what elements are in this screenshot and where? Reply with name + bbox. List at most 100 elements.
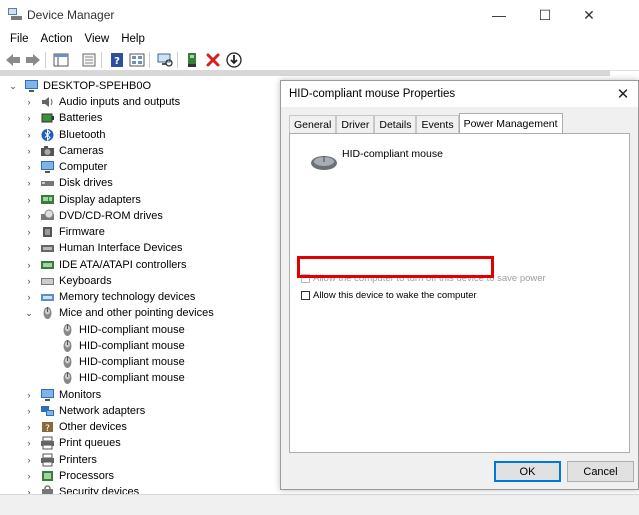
chevron-right-icon[interactable]: › — [24, 195, 34, 205]
menu-view[interactable]: View — [79, 33, 116, 45]
chevron-right-icon[interactable]: › — [24, 130, 34, 140]
tree-category-item[interactable]: › Bluetooth — [24, 127, 105, 143]
allow-wake-option[interactable]: Allow this device to wake the computer — [301, 290, 477, 301]
dialog-title-bar: HID-compliant mouse Properties ✕ — [281, 81, 638, 107]
cancel-button[interactable]: Cancel — [567, 461, 634, 482]
tree-category-item[interactable]: ⌄ Mice and other pointing devices — [24, 305, 214, 321]
back-arrow-icon — [6, 54, 20, 66]
tree-category-item[interactable]: › Batteries — [24, 110, 103, 126]
device-name: HID-compliant mouse — [342, 148, 443, 160]
toolbar-separator — [101, 52, 102, 68]
ok-button[interactable]: OK — [494, 461, 561, 482]
tree-category-item[interactable]: › Network adapters — [24, 403, 146, 419]
tree-category-item[interactable]: › Firmware — [24, 224, 105, 240]
chevron-right-icon[interactable]: › — [24, 471, 34, 481]
tree-item-label: Firmware — [59, 226, 105, 238]
processor-icon — [42, 470, 53, 481]
forward-arrow-icon — [26, 54, 40, 66]
device-tree[interactable]: ⌄ DESKTOP-SPEHB0O › Audio inputs and outp… — [0, 76, 278, 494]
chevron-right-icon[interactable]: › — [24, 276, 34, 286]
chevron-right-icon[interactable]: › — [24, 438, 34, 448]
tree-item-label: Processors — [59, 469, 115, 482]
forward-button[interactable] — [24, 51, 42, 69]
download-icon — [226, 52, 242, 68]
tree-child-item[interactable]: HID-compliant mouse — [44, 354, 185, 370]
monitor-icon — [41, 161, 54, 173]
svg-text:?: ? — [114, 56, 120, 67]
tree-category-item[interactable]: › Computer — [24, 159, 107, 175]
chevron-right-icon[interactable]: › — [24, 292, 34, 302]
menu-help[interactable]: Help — [115, 33, 151, 45]
close-button[interactable]: ✕ — [566, 2, 612, 28]
tree-item-label: Disk drives — [59, 177, 113, 190]
chevron-right-icon[interactable]: › — [24, 211, 34, 221]
tab-driver[interactable]: Driver — [336, 115, 375, 134]
tree-category-item[interactable]: ›? Other devices — [24, 419, 127, 435]
show-hide-tree-button[interactable] — [52, 51, 70, 69]
tab-details[interactable]: Details — [374, 115, 417, 134]
back-button[interactable] — [4, 51, 22, 69]
maximize-button[interactable]: ☐ — [522, 2, 568, 28]
tree-category-item[interactable]: › Processors — [24, 468, 115, 484]
tree-category-item[interactable]: › Keyboards — [24, 273, 112, 289]
chevron-right-icon[interactable]: › — [24, 260, 34, 270]
toolbar-separator — [177, 52, 178, 68]
tree-category-item[interactable]: › Cameras — [24, 143, 104, 159]
tree-category-item[interactable]: › Display adapters — [24, 192, 141, 208]
tree-root[interactable]: ⌄ DESKTOP-SPEHB0O — [8, 78, 151, 94]
tab-events[interactable]: Events — [416, 115, 459, 134]
tree-category-item[interactable]: › Human Interface Devices — [24, 240, 183, 256]
chevron-down-icon[interactable]: ⌄ — [24, 308, 34, 319]
tab-general[interactable]: General — [289, 115, 337, 134]
chevron-down-icon[interactable]: ⌄ — [8, 81, 18, 92]
properties-button[interactable] — [80, 51, 98, 69]
tree-item-label: Cameras — [59, 144, 104, 157]
uninstall-button[interactable] — [204, 51, 222, 69]
tree-category-item[interactable]: › DVD/CD-ROM drives — [24, 208, 163, 224]
chevron-right-icon[interactable]: › — [24, 227, 34, 237]
chevron-right-icon[interactable]: › — [24, 97, 34, 107]
tree-item-label: Computer — [59, 161, 108, 173]
hid-icon — [41, 245, 54, 253]
tree-child-item[interactable]: HID-compliant mouse — [44, 370, 185, 386]
tree-category-item[interactable]: › Disk drives — [24, 175, 113, 191]
tree-item-label: Security devices — [59, 486, 140, 494]
chevron-right-icon[interactable]: › — [24, 390, 34, 400]
unknown-device-icon: ? — [42, 422, 53, 434]
enable-device-button[interactable] — [225, 51, 243, 69]
chip-icon — [43, 227, 52, 237]
horizontal-scrollbar[interactable] — [0, 494, 639, 515]
chevron-right-icon[interactable]: › — [24, 406, 34, 416]
dialog-close-button[interactable]: ✕ — [614, 85, 632, 103]
tab-power-management[interactable]: Power Management — [458, 113, 563, 134]
printer-icon — [41, 436, 54, 450]
help-button[interactable]: ? — [108, 51, 126, 69]
tree-category-item[interactable]: › Printers — [24, 452, 97, 468]
chevron-right-icon[interactable]: › — [24, 178, 34, 188]
minimize-button[interactable]: — — [476, 2, 522, 28]
disk-icon — [41, 181, 54, 187]
tree-category-item[interactable]: › Print queues — [24, 435, 121, 451]
tree-category-item[interactable]: › Audio inputs and outputs — [24, 94, 181, 110]
menu-file[interactable]: File — [4, 33, 35, 45]
scan-hardware-button[interactable] — [156, 51, 174, 69]
chevron-right-icon[interactable]: › — [24, 487, 34, 494]
chevron-right-icon[interactable]: › — [24, 162, 34, 172]
tree-category-item[interactable]: › Security devices — [24, 484, 139, 494]
tree-child-item[interactable]: HID-compliant mouse — [44, 338, 185, 354]
chevron-right-icon[interactable]: › — [24, 146, 34, 156]
chevron-right-icon[interactable]: › — [24, 422, 34, 432]
tree-category-item[interactable]: › IDE ATA/ATAPI controllers — [24, 257, 187, 273]
tree-child-item[interactable]: HID-compliant mouse — [44, 322, 185, 338]
chevron-right-icon[interactable]: › — [24, 113, 34, 123]
allow-wake-checkbox[interactable] — [301, 291, 310, 300]
chevron-right-icon[interactable]: › — [24, 455, 34, 465]
add-driver-button[interactable] — [184, 51, 202, 69]
allow-wake-label[interactable]: Allow this device to wake the computer — [313, 290, 477, 301]
view-button[interactable] — [128, 51, 146, 69]
printer-icon — [41, 453, 54, 466]
chevron-right-icon[interactable]: › — [24, 243, 34, 253]
tree-category-item[interactable]: › Memory technology devices — [24, 289, 196, 305]
tree-category-item[interactable]: › Monitors — [24, 387, 101, 403]
menu-action[interactable]: Action — [35, 33, 79, 45]
